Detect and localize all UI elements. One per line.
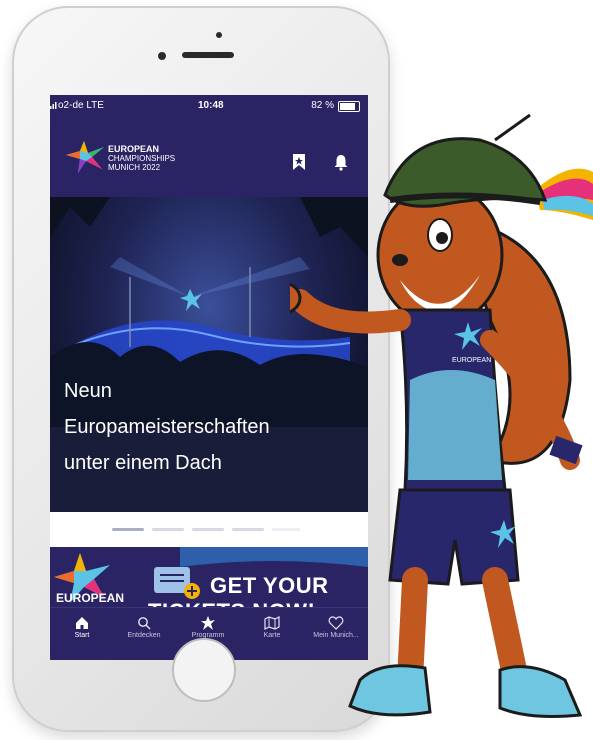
pager-dot-3[interactable] (192, 528, 224, 531)
squirrel-mascot-illustration: EUROPEAN (290, 113, 593, 718)
map-icon (264, 616, 280, 630)
clock: 10:48 (198, 100, 224, 111)
pager-dot-2[interactable] (152, 528, 184, 531)
tab-label: Karte (263, 632, 281, 639)
logo-line-3: MUNICH 2022 (108, 163, 161, 172)
carrier-label: o2-de LTE (58, 100, 104, 111)
tab-label: Start (74, 632, 90, 639)
search-icon (138, 617, 151, 630)
home-button[interactable] (172, 638, 236, 702)
banner-logo-text: EUROPEAN (56, 591, 125, 605)
ticket-icon (154, 567, 200, 599)
jersey-logo-text: EUROPEAN (452, 357, 491, 364)
pager-dot-4[interactable] (232, 528, 264, 531)
star-icon (201, 616, 215, 630)
signal-icon (50, 102, 57, 109)
proximity-sensor (158, 52, 166, 60)
tab-entdecken[interactable]: Entdecken (112, 614, 176, 658)
logo-line-2: CHAMPIONSHIPS (108, 154, 176, 163)
tab-start[interactable]: Start (50, 614, 114, 658)
earpiece-speaker (182, 52, 234, 58)
pager-dot-1[interactable] (112, 528, 144, 531)
star-logo-icon (66, 141, 104, 173)
logo-wordmark: EUROPEAN CHAMPIONSHIPS MUNICH 2022 (108, 144, 176, 173)
tab-label: Entdecken (127, 632, 161, 639)
camera-icon (216, 32, 222, 38)
european-championships-logo[interactable]: EUROPEAN CHAMPIONSHIPS MUNICH 2022 (64, 139, 176, 179)
logo-line-1: EUROPEAN (108, 144, 160, 154)
home-icon (76, 617, 88, 629)
